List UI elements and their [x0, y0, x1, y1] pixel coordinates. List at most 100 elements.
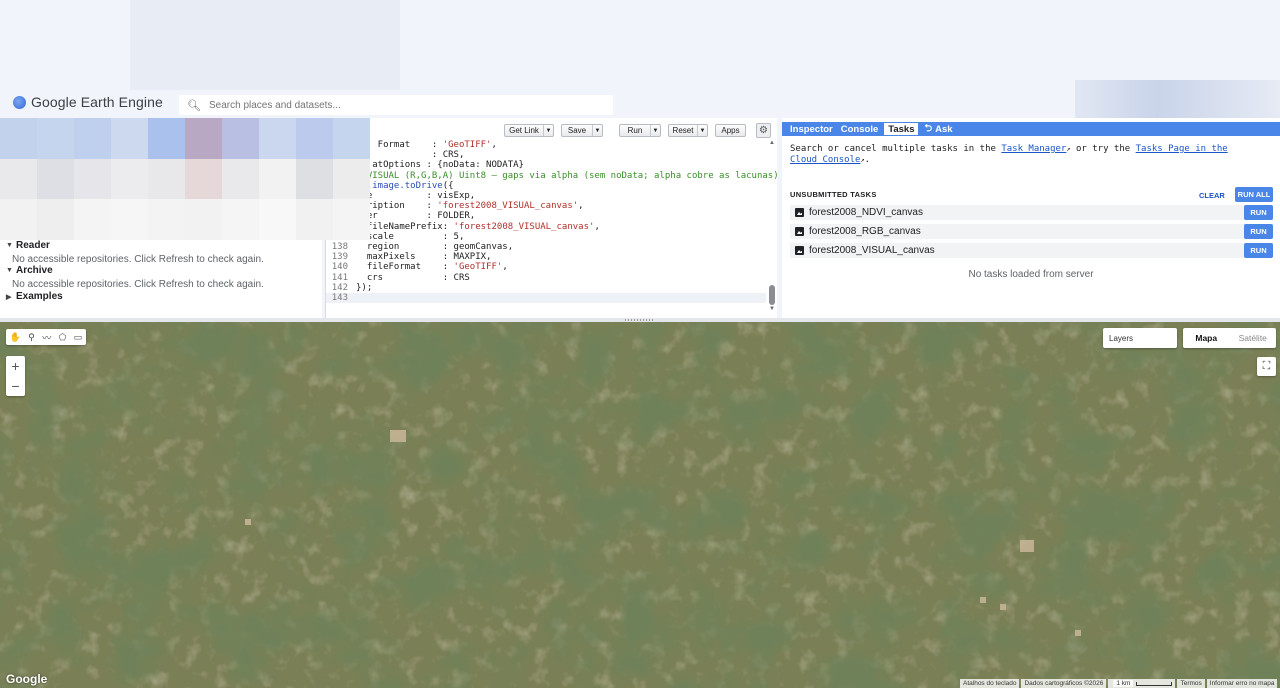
code-line[interactable]: 139 maxPixels : MAXPIX, — [326, 252, 766, 262]
code-line[interactable]: ription : 'forest2008_VISUAL_canvas', — [326, 201, 766, 211]
code-token: ({ — [442, 180, 454, 191]
code-line[interactable]: .image.toDrive({ — [326, 181, 766, 191]
zoom-out-button[interactable]: − — [6, 376, 25, 396]
fullscreen-icon[interactable]: ⛶ — [1257, 357, 1276, 376]
clear-button[interactable]: CLEAR — [1199, 191, 1225, 200]
task-name: forest2008_RGB_canvas — [809, 226, 921, 237]
task-name: forest2008_VISUAL_canvas — [809, 245, 935, 256]
repo-reader[interactable]: ▼ Reader No accessible repositories. Clic… — [6, 240, 264, 265]
line-icon[interactable]: 〰 — [42, 331, 51, 344]
tab-ask[interactable]: ⮌ Ask — [920, 122, 956, 136]
code-line[interactable]: Format : 'GeoTIFF', — [326, 140, 766, 150]
blur-pixel — [0, 199, 37, 240]
repo-name: Examples — [16, 291, 63, 302]
rectangle-icon[interactable]: ▭ — [74, 332, 83, 343]
blur-pixel — [148, 158, 185, 200]
blur-pixel — [111, 158, 148, 200]
code-line[interactable]: atOptions : {noData: NODATA} — [326, 160, 766, 170]
scale-control[interactable]: 1 km — [1108, 679, 1176, 688]
tab-inspector[interactable]: Inspector — [786, 122, 837, 136]
code-line[interactable]: 136 fileNamePrefix: 'forest2008_VISUAL_c… — [326, 222, 766, 232]
apps-label: Apps — [721, 126, 740, 135]
app-title: Google Earth Engine — [31, 94, 163, 110]
code-line[interactable]: 138 region : geomCanvas, — [326, 242, 766, 252]
chevron-down-icon[interactable]: ▼ — [650, 125, 660, 136]
marker-icon[interactable]: ⚲ — [28, 332, 35, 343]
reset-label: Reset — [672, 126, 694, 135]
task-row[interactable]: forest2008_RGB_canvas RUN — [790, 224, 1273, 239]
report-error-link[interactable]: Informar erro no mapa — [1206, 679, 1278, 688]
task-row[interactable]: forest2008_VISUAL_canvas RUN — [790, 243, 1273, 258]
google-logo: Google — [6, 672, 48, 686]
code-line[interactable]: 141 crs : CRS — [326, 273, 766, 283]
reset-button[interactable]: Reset ▼ — [668, 124, 708, 137]
scripts-panel: ▼ Reader No accessible repositories. Clic… — [0, 118, 370, 318]
desc-text: or try the — [1070, 144, 1136, 154]
repo-examples[interactable]: ▶ Examples — [6, 291, 63, 302]
desc-text: . — [864, 155, 871, 165]
save-button[interactable]: Save ▼ — [561, 124, 603, 137]
task-name: forest2008_NDVI_canvas — [809, 207, 923, 218]
keyboard-shortcuts-link[interactable]: Atalhos do teclado — [960, 679, 1020, 688]
blur-pixel — [148, 199, 185, 240]
map-type-map[interactable]: Mapa — [1183, 328, 1230, 348]
layers-button[interactable]: Layers — [1103, 328, 1177, 348]
polygon-icon[interactable]: ⬠ — [59, 332, 67, 343]
code-token: e : visExp, — [356, 191, 476, 202]
header: Google Earth Engine 🔍︎ — [0, 90, 1280, 118]
search-box[interactable]: 🔍︎ — [179, 95, 613, 115]
run-all-button[interactable]: RUN ALL — [1235, 187, 1273, 202]
hand-icon[interactable]: ✋ — [10, 332, 21, 343]
drag-handle-icon[interactable] — [625, 319, 655, 321]
tab-console[interactable]: Console — [837, 122, 882, 136]
run-button[interactable]: Run ▼ — [619, 124, 661, 137]
caret-right-icon: ▶ — [6, 293, 12, 301]
image-icon — [795, 208, 804, 217]
code-line[interactable]: e : visExp, — [326, 191, 766, 201]
code-line[interactable]: 137 scale : 5, — [326, 232, 766, 242]
tab-tasks[interactable]: Tasks — [884, 123, 919, 135]
code-line[interactable]: 142}); — [326, 283, 766, 293]
code-line[interactable]: VISUAL (R,G,B,A) Uint8 — gaps via alpha … — [326, 171, 779, 181]
code-area[interactable]: Format : 'GeoTIFF', : CRS, atOptions : {… — [326, 140, 779, 314]
terms-link[interactable]: Termos — [1177, 679, 1205, 688]
map-data-text[interactable]: Dados cartográficos ©2026 — [1021, 679, 1107, 688]
chevron-down-icon[interactable]: ▼ — [697, 125, 707, 136]
repo-archive[interactable]: ▼ Archive No accessible repositories. Cli… — [6, 265, 264, 290]
code-line[interactable]: 143 — [326, 293, 766, 304]
scroll-up-icon[interactable]: ▲ — [768, 140, 776, 146]
repo-name: Archive — [16, 265, 53, 276]
editor-scrollbar[interactable]: ▲ ▼ — [768, 140, 776, 316]
search-input[interactable] — [209, 99, 599, 111]
task-run-button[interactable]: RUN — [1244, 224, 1273, 239]
code-line[interactable]: er : FOLDER, — [326, 211, 766, 221]
apps-button[interactable]: Apps — [715, 124, 746, 137]
app-logo[interactable]: Google Earth Engine — [13, 94, 163, 110]
map-type-satellite[interactable]: Satélite — [1230, 328, 1277, 348]
caret-down-icon: ▼ — [6, 267, 13, 274]
task-row[interactable]: forest2008_NDVI_canvas RUN — [790, 205, 1273, 220]
scroll-down-icon[interactable]: ▼ — [768, 306, 776, 312]
get-link-button[interactable]: Get Link ▼ — [504, 124, 554, 137]
code-token: region : geomCanvas, — [356, 242, 514, 253]
code-token: er : FOLDER, — [356, 211, 476, 222]
blur-pixel — [296, 118, 333, 159]
code-line[interactable]: : CRS, — [326, 150, 766, 160]
map-view[interactable]: ✋ ⚲ 〰 ⬠ ▭ + − Layers Mapa Satélite ⛶ Goo… — [0, 322, 1280, 688]
scroll-thumb[interactable] — [769, 285, 775, 305]
chevron-down-icon[interactable]: ▼ — [543, 125, 553, 136]
blur-pixel — [333, 158, 370, 200]
blur-pixel — [259, 199, 296, 240]
tab-ask-label: Ask — [935, 123, 953, 135]
blur-pixel — [222, 199, 259, 240]
line-number: 140 — [331, 262, 348, 273]
task-run-button[interactable]: RUN — [1244, 205, 1273, 220]
blur-pixel — [0, 118, 37, 159]
blur-pixel — [148, 118, 185, 159]
chevron-down-icon[interactable]: ▼ — [592, 125, 602, 136]
task-run-button[interactable]: RUN — [1244, 243, 1273, 258]
task-manager-link[interactable]: Task Manager — [1001, 144, 1066, 154]
gear-icon[interactable]: ⚙ — [756, 123, 771, 138]
zoom-in-button[interactable]: + — [6, 356, 25, 376]
code-line[interactable]: 140 fileFormat : 'GeoTIFF', — [326, 262, 766, 272]
